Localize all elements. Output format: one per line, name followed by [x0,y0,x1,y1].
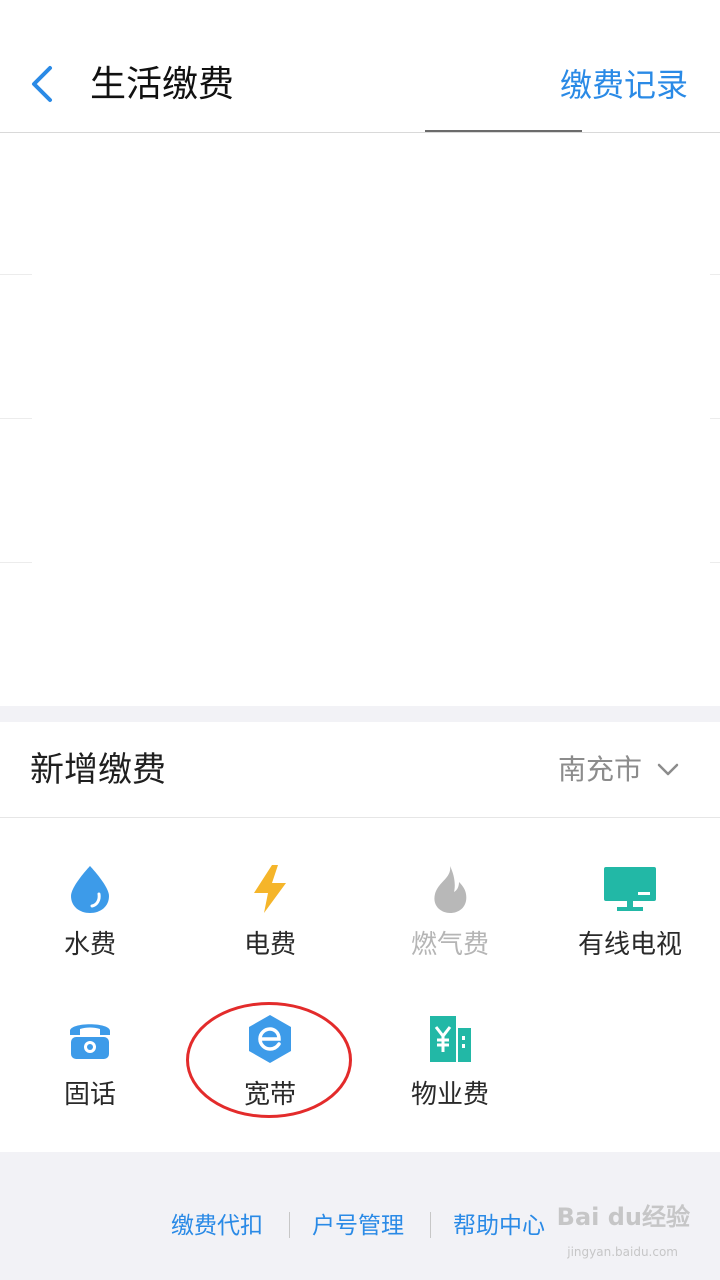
chevron-down-icon [657,763,679,776]
content-area [0,133,720,706]
broadband-label: 宽带 [243,1080,296,1110]
broadband-icon [249,1015,291,1063]
divider [0,418,32,419]
tab-indicator [425,130,582,132]
top-bar: 生活缴费 缴费记录 [0,0,720,133]
landline-item[interactable]: 固话 [0,1014,180,1134]
flame-icon [434,866,467,913]
gas-fee-label: 燃气费 [410,930,489,960]
divider [710,274,720,275]
property-fee-item[interactable]: 物业费 [360,1014,540,1134]
divider [710,418,720,419]
city-label: 南充市 [557,753,642,786]
building-yuan-icon [430,1016,471,1062]
divider [0,274,32,275]
new-payment-section: 新增缴费 南充市 水费 电费 燃气费 有线电视 固话 宽带 物业费 [0,722,720,1152]
payment-records-link[interactable]: 缴费记录 [560,62,688,108]
electricity-fee-item[interactable]: 电费 [180,864,360,984]
link-separator [430,1212,431,1238]
watermark: Bai du经验 [556,1203,690,1231]
cable-tv-item[interactable]: 有线电视 [540,864,720,984]
help-center-link[interactable]: 帮助中心 [453,1210,545,1242]
watermark-url: jingyan.baidu.com [567,1245,678,1259]
gas-fee-item[interactable]: 燃气费 [360,864,540,984]
divider [0,562,32,563]
tv-icon [604,867,656,911]
property-fee-label: 物业费 [410,1080,489,1110]
lightning-icon [254,865,286,913]
page-title: 生活缴费 [90,64,235,105]
link-separator [289,1212,290,1238]
back-arrow-icon[interactable] [26,64,60,104]
water-fee-label: 水费 [63,930,116,960]
broadband-item[interactable]: 宽带 [180,1014,360,1134]
electricity-fee-label: 电费 [243,930,296,960]
telephone-icon [70,1024,110,1059]
auto-debit-link[interactable]: 缴费代扣 [171,1210,263,1242]
section-divider [0,817,720,818]
section-title: 新增缴费 [30,750,166,790]
account-management-link[interactable]: 户号管理 [312,1210,404,1242]
water-fee-item[interactable]: 水费 [0,864,180,984]
water-drop-icon [71,866,109,913]
landline-label: 固话 [63,1080,116,1110]
cable-tv-label: 有线电视 [577,930,682,960]
city-selector[interactable]: 南充市 [558,750,680,790]
divider [710,562,720,563]
